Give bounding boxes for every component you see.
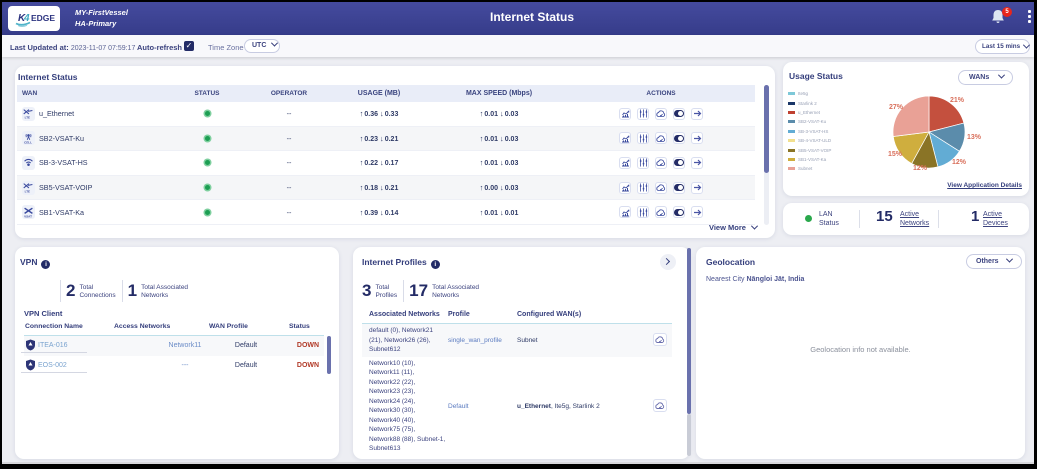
svg-text:VSAT: VSAT	[24, 214, 32, 218]
svg-text:CELL: CELL	[24, 140, 32, 144]
svg-text:LTE: LTE	[25, 189, 30, 193]
svg-text:LTE: LTE	[25, 116, 30, 120]
